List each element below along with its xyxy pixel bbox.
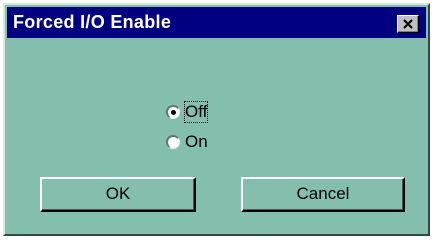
off-label[interactable]: Off — [183, 101, 209, 123]
on-radio[interactable] — [166, 135, 180, 149]
on-label[interactable]: On — [185, 132, 208, 152]
window-title: Forced I/O Enable — [13, 12, 172, 32]
forced-io-dialog: Forced I/O Enable Off On OK Cancel — [3, 3, 430, 236]
close-icon — [403, 19, 413, 29]
close-button[interactable] — [397, 15, 419, 33]
radio-selected-dot — [171, 110, 176, 115]
cancel-button[interactable]: Cancel — [241, 177, 405, 212]
title-bar[interactable]: Forced I/O Enable — [7, 7, 426, 38]
ok-button[interactable]: OK — [40, 177, 196, 212]
off-radio[interactable] — [166, 105, 180, 119]
